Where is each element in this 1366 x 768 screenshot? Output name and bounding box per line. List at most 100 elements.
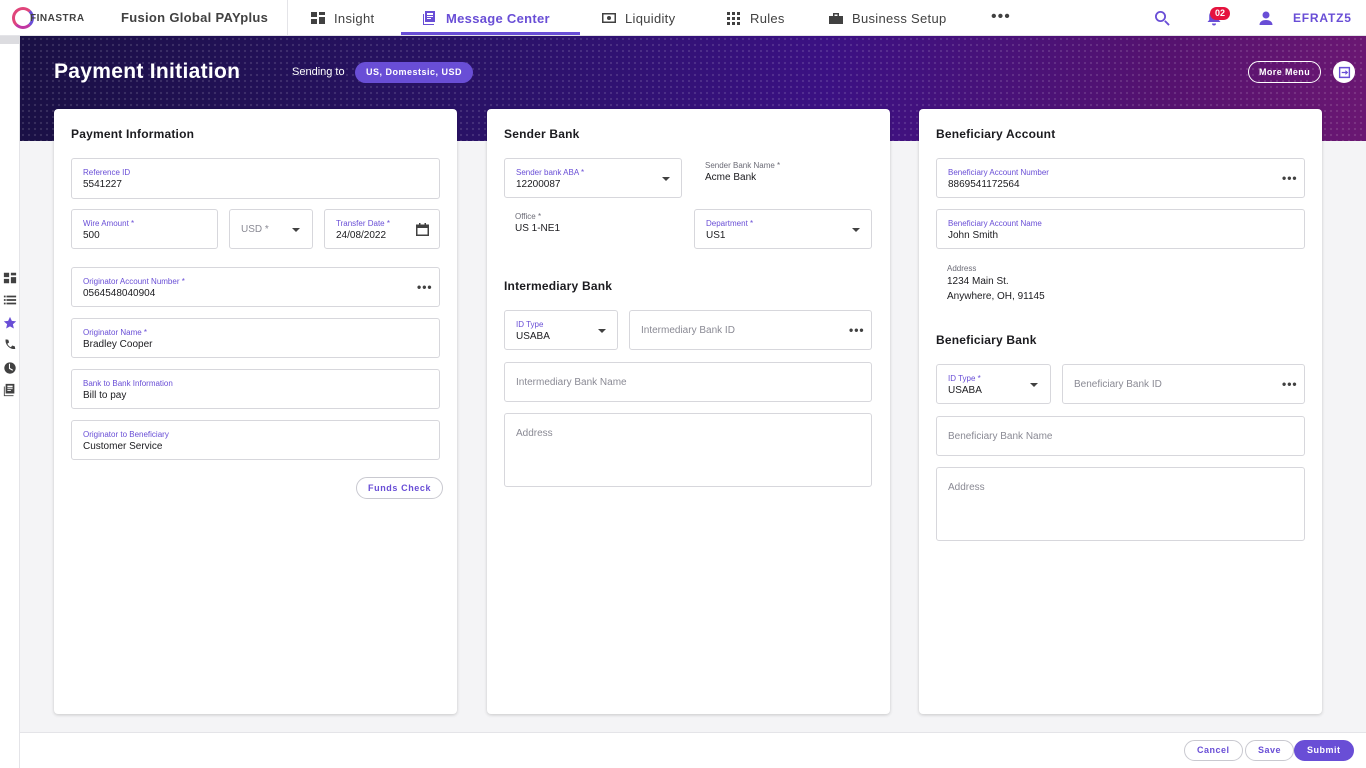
- originator-account-field[interactable]: Originator Account Number * 056454804090…: [71, 267, 440, 307]
- search-button[interactable]: [1153, 9, 1171, 27]
- nav-message-center[interactable]: Message Center: [422, 0, 550, 36]
- transfer-date-value: 24/08/2022: [336, 230, 387, 241]
- beneficiary-bank-name-placeholder: Beneficiary Bank Name: [948, 431, 1053, 442]
- beneficiary-address-block: Address 1234 Main St. Anywhere, OH, 9114…: [936, 263, 1305, 309]
- transfer-date-field[interactable]: Transfer Date * 24/08/2022: [324, 209, 440, 249]
- sender-bank-name-field: Sender Bank Name * Acme Bank: [694, 158, 872, 198]
- originator-to-beneficiary-field[interactable]: Originator to Beneficiary Customer Servi…: [71, 420, 440, 460]
- more-options-icon[interactable]: •••: [1282, 378, 1298, 390]
- dashboard-icon: [3, 272, 17, 284]
- phone-icon: [5, 339, 16, 350]
- beneficiary-account-title: Beneficiary Account: [936, 127, 1056, 141]
- search-icon: [1155, 11, 1170, 26]
- sender-bank-name-value: Acme Bank: [705, 172, 757, 183]
- intermediary-bank-title: Intermediary Bank: [504, 279, 613, 293]
- intermediary-id-type-select[interactable]: ID Type USABA: [504, 310, 618, 350]
- reference-id-label: Reference ID: [83, 168, 131, 177]
- rail-favorites[interactable]: [3, 316, 18, 331]
- beneficiary-bank-address-field[interactable]: Address: [936, 467, 1305, 541]
- exit-button[interactable]: [1333, 61, 1355, 83]
- finastra-logo[interactable]: FINASTRA: [12, 6, 85, 30]
- sending-to-chip[interactable]: US, Domestsic, USD: [355, 62, 474, 83]
- business-icon: [829, 13, 843, 24]
- rail-phone[interactable]: [3, 338, 18, 353]
- money-icon: [602, 13, 616, 23]
- nav-business-setup-label: Business Setup: [852, 10, 947, 26]
- intermediary-bank-id-field[interactable]: Intermediary Bank ID •••: [629, 310, 872, 350]
- nav-liquidity[interactable]: Liquidity: [601, 0, 675, 36]
- save-button[interactable]: Save: [1245, 740, 1295, 761]
- wire-amount-field[interactable]: Wire Amount * 500: [71, 209, 218, 249]
- beneficiary-bank-name-field[interactable]: Beneficiary Bank Name: [936, 416, 1305, 456]
- department-label: Department *: [706, 219, 754, 228]
- nav-insight-label: Insight: [334, 10, 375, 26]
- originator-account-label: Originator Account Number *: [83, 277, 185, 286]
- sender-bank-name-label: Sender Bank Name *: [705, 161, 781, 170]
- more-options-icon[interactable]: •••: [1282, 172, 1298, 184]
- nav-rules[interactable]: Rules: [726, 0, 785, 36]
- intermediary-bank-id-placeholder: Intermediary Bank ID: [641, 325, 735, 336]
- reference-id-field[interactable]: Reference ID 5541227: [71, 158, 440, 199]
- rail-messages[interactable]: [3, 383, 18, 398]
- office-label: Office *: [515, 212, 542, 221]
- submit-button[interactable]: Submit: [1294, 740, 1354, 761]
- username[interactable]: EFRATZ5: [1293, 11, 1352, 25]
- payment-information-card: Payment Information Reference ID 5541227…: [54, 109, 457, 714]
- sender-aba-select[interactable]: Sender bank ABA * 12200087: [504, 158, 682, 198]
- left-rail: [0, 36, 20, 768]
- more-options-icon[interactable]: •••: [849, 324, 865, 336]
- cancel-button[interactable]: Cancel: [1184, 740, 1243, 761]
- bank-to-bank-field[interactable]: Bank to Bank Information Bill to pay: [71, 369, 440, 409]
- nav-business-setup[interactable]: Business Setup: [828, 0, 947, 36]
- footer-bar: [20, 732, 1366, 768]
- user-button[interactable]: [1257, 9, 1275, 27]
- beneficiary-id-type-select[interactable]: ID Type * USABA: [936, 364, 1051, 404]
- bank-to-bank-label: Bank to Bank Information: [83, 379, 173, 388]
- beneficiary-bank-id-field[interactable]: Beneficiary Bank ID •••: [1062, 364, 1305, 404]
- beneficiary-account-name-field[interactable]: Beneficiary Account Name John Smith: [936, 209, 1305, 249]
- currency-select[interactable]: USD *: [229, 209, 313, 249]
- intermediary-id-type-label: ID Type: [516, 320, 544, 329]
- payment-information-title: Payment Information: [71, 127, 195, 141]
- beneficiary-address-label: Address: [947, 264, 977, 273]
- currency-placeholder: USD *: [241, 224, 269, 235]
- rail-list[interactable]: [3, 293, 18, 308]
- beneficiary-id-type-value: USABA: [948, 385, 982, 396]
- star-icon: [3, 316, 17, 329]
- beneficiary-account-number-label: Beneficiary Account Number: [948, 168, 1049, 177]
- rail-history[interactable]: [3, 361, 18, 376]
- nav-rules-label: Rules: [750, 10, 785, 26]
- rail-dashboard[interactable]: [3, 271, 18, 286]
- dashboard-icon: [311, 12, 325, 24]
- logo-text: FINASTRA: [30, 12, 85, 24]
- nav-insight[interactable]: Insight: [310, 0, 374, 36]
- product-name: Fusion Global PAYplus: [121, 10, 269, 25]
- originator-name-field[interactable]: Originator Name * Bradley Cooper: [71, 318, 440, 358]
- nav-more-menu[interactable]: •••: [991, 9, 1011, 25]
- beneficiary-bank-title: Beneficiary Bank: [936, 333, 1037, 347]
- user-icon: [1259, 11, 1273, 25]
- calendar-button[interactable]: [415, 222, 430, 242]
- bank-to-bank-value: Bill to pay: [83, 390, 127, 401]
- chevron-down-icon: [852, 228, 860, 232]
- intermediary-id-type-value: USABA: [516, 331, 550, 342]
- intermediary-bank-name-placeholder: Intermediary Bank Name: [516, 377, 627, 388]
- rail-collapse-handle[interactable]: [0, 36, 20, 44]
- beneficiary-account-number-field[interactable]: Beneficiary Account Number 8869541172564…: [936, 158, 1305, 198]
- chevron-down-icon: [598, 329, 606, 333]
- office-value: US 1-NE1: [515, 223, 561, 234]
- more-menu-button[interactable]: More Menu: [1248, 61, 1322, 83]
- sender-aba-label: Sender bank ABA *: [516, 168, 585, 177]
- department-select[interactable]: Department * US1: [694, 209, 872, 249]
- intermediary-bank-name-field[interactable]: Intermediary Bank Name: [504, 362, 872, 402]
- exit-icon: [1338, 66, 1350, 78]
- department-value: US1: [706, 230, 726, 241]
- list-icon: [3, 295, 17, 305]
- originator-name-value: Bradley Cooper: [83, 339, 153, 350]
- funds-check-button[interactable]: Funds Check: [356, 477, 444, 499]
- intermediary-address-field[interactable]: Address: [504, 413, 872, 487]
- wire-amount-value: 500: [83, 230, 100, 241]
- wire-amount-label: Wire Amount *: [83, 219, 135, 228]
- more-options-icon[interactable]: •••: [417, 281, 433, 293]
- chevron-down-icon: [292, 228, 300, 232]
